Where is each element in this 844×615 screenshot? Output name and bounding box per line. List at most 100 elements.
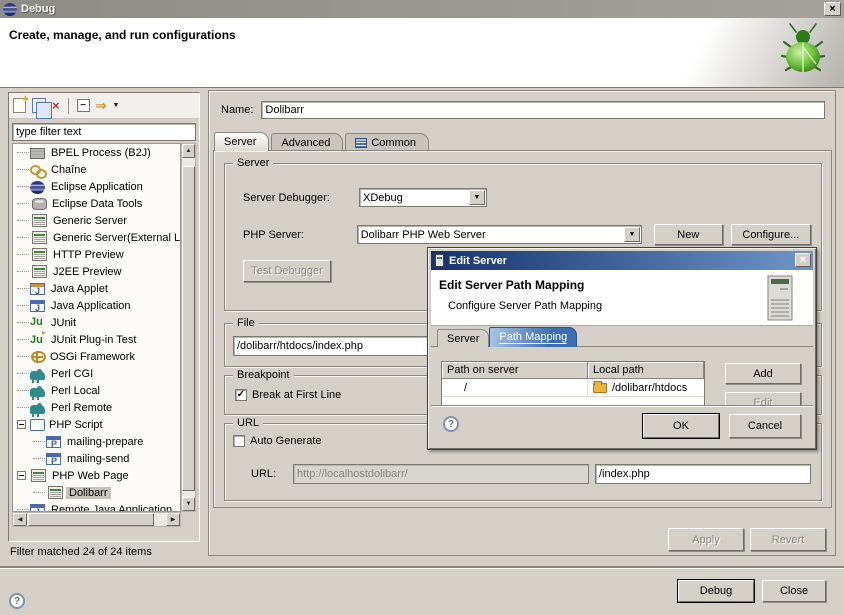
tree-item-java-applet[interactable]: Java Applet	[13, 280, 180, 297]
tree-item-osgi-framework[interactable]: OSGi Framework	[13, 348, 180, 365]
edit-server-header: Edit Server Path Mapping Configure Serve…	[431, 270, 813, 326]
tree-item-junit[interactable]: JUnit	[13, 314, 180, 331]
server-debugger-label: Server Debugger:	[243, 192, 359, 204]
scroll-up-icon[interactable]: ▲	[182, 144, 195, 158]
dialog-tab-path-mapping[interactable]: Path Mapping	[489, 327, 577, 347]
auto-generate-checkbox[interactable]	[233, 435, 245, 447]
dialog-heading: Edit Server Path Mapping	[439, 278, 584, 292]
column-header-path-on-server[interactable]: Path on server	[442, 362, 588, 379]
configure-server-button[interactable]: Configure...	[731, 224, 811, 245]
add-mapping-button[interactable]: Add	[725, 363, 801, 384]
scroll-left-icon[interactable]: ◀	[13, 513, 27, 526]
revert-button[interactable]: Revert	[750, 528, 826, 551]
delete-configuration-icon[interactable]: ×	[52, 99, 60, 112]
url-label: URL:	[251, 468, 293, 480]
tree-item-label: OSGi Framework	[47, 351, 138, 363]
debug-button[interactable]: Debug	[678, 580, 754, 602]
dialog-help-icon[interactable]: ?	[443, 416, 459, 432]
server-tower-icon	[765, 275, 795, 321]
chevron-down-icon[interactable]: ▼	[624, 227, 640, 242]
tree-item-label: Remote Java Application	[48, 504, 175, 513]
tree-item-eclipse-application[interactable]: Eclipse Application	[13, 178, 180, 195]
apply-button[interactable]: Apply	[668, 528, 744, 551]
tree-horizontal-scrollbar[interactable]: ◀ ▶	[12, 512, 181, 527]
window-close-button[interactable]: ×	[824, 2, 841, 16]
horizontal-scroll-thumb[interactable]	[28, 513, 154, 526]
remote-java-icon	[30, 504, 45, 512]
tree-item-php-script[interactable]: PHP Script	[13, 416, 180, 433]
tree-connector	[17, 390, 29, 391]
tree-item-remote-java-application[interactable]: Remote Java Application	[13, 501, 180, 512]
tree-connector	[17, 203, 29, 204]
tree-item-eclipse-data-tools[interactable]: Eclipse Data Tools	[13, 195, 180, 212]
tree-item-java-application[interactable]: Java Application	[13, 297, 180, 314]
tree-item-http-preview[interactable]: HTTP Preview	[13, 246, 180, 263]
collapse-expander-icon[interactable]	[17, 471, 26, 480]
tree-connector	[17, 373, 29, 374]
tree-item-mailing-prepare[interactable]: mailing-prepare	[13, 433, 180, 450]
server-debugger-value: XDebug	[363, 192, 403, 204]
break-first-line-checkbox[interactable]: ✓	[235, 389, 247, 401]
tree-item-mailing-send[interactable]: mailing-send	[13, 450, 180, 467]
dialog-close-button[interactable]: ×	[795, 253, 811, 267]
column-header-local-path[interactable]: Local path	[588, 362, 704, 379]
url-path-input[interactable]: /index.php	[595, 464, 811, 484]
tree-item-label: Eclipse Data Tools	[49, 198, 145, 210]
configuration-tree-wrap: BPEL Process (B2J)ChaîneEclipse Applicat…	[12, 143, 196, 527]
banner-title: Create, manage, and run configurations	[9, 28, 236, 42]
tree-vertical-scrollbar[interactable]: ▲ ▼	[181, 143, 196, 512]
mapping-row[interactable]: //dolibarr/htdocs	[442, 379, 704, 397]
server-icon	[435, 254, 444, 267]
chevron-down-icon[interactable]: ▼	[469, 190, 485, 205]
type-filter-input[interactable]: type filter text	[12, 123, 196, 141]
tree-connector	[33, 492, 45, 493]
collapse-all-icon[interactable]: −	[77, 99, 90, 112]
tree-item-junit-plug-in-test[interactable]: JUnit Plug-in Test	[13, 331, 180, 348]
test-debugger-button[interactable]: Test Debugger	[243, 260, 331, 282]
scroll-down-icon[interactable]: ▼	[182, 497, 195, 511]
tree-item-perl-local[interactable]: Perl Local	[13, 382, 180, 399]
window-titlebar: Debug ×	[0, 0, 844, 18]
tree-item-label: JUnit Plug-in Test	[48, 334, 139, 346]
cancel-button[interactable]: Cancel	[729, 414, 801, 438]
tree-item-generic-server[interactable]: Generic Server	[13, 212, 180, 229]
local-path-text: /dolibarr/htdocs	[612, 382, 687, 394]
collapse-expander-icon[interactable]	[17, 420, 26, 429]
sidebar-toolbar: × − ⇒ ▼	[9, 93, 199, 119]
tree-item-generic-server-external-la[interactable]: Generic Server(External La	[13, 229, 180, 246]
vertical-scroll-thumb[interactable]	[182, 166, 195, 491]
tree-connector	[17, 322, 29, 323]
tree-item-label: PHP Web Page	[49, 470, 132, 482]
tree-item-cha-ne[interactable]: Chaîne	[13, 161, 180, 178]
tab-advanced[interactable]: Advanced	[271, 133, 343, 151]
database-icon	[32, 198, 47, 210]
server-debugger-select[interactable]: XDebug ▼	[359, 188, 487, 207]
window-help-icon[interactable]: ?	[9, 593, 25, 609]
scroll-right-icon[interactable]: ▶	[166, 513, 180, 526]
tree-connector	[17, 288, 29, 289]
tree-item-dolibarr[interactable]: Dolibarr	[13, 484, 180, 501]
php-server-select[interactable]: Dolibarr PHP Web Server ▼	[357, 225, 642, 244]
tree-item-perl-cgi[interactable]: Perl CGI	[13, 365, 180, 382]
name-input[interactable]: Dolibarr	[261, 101, 825, 119]
ok-button[interactable]: OK	[643, 414, 719, 438]
tree-item-php-web-page[interactable]: PHP Web Page	[13, 467, 180, 484]
tree-item-j2ee-preview[interactable]: J2EE Preview	[13, 263, 180, 280]
tab-common[interactable]: Common	[345, 133, 429, 151]
tree-connector	[17, 305, 29, 306]
filter-menu-caret-icon[interactable]: ▼	[113, 102, 120, 109]
tree-item-label: JUnit	[48, 317, 79, 329]
tree-item-bpel-process-b2j-[interactable]: BPEL Process (B2J)	[13, 144, 180, 161]
table-icon	[355, 138, 367, 148]
dialog-tab-server[interactable]: Server	[437, 329, 489, 347]
window-title: Debug	[21, 3, 55, 15]
filter-icon[interactable]: ⇒	[96, 99, 107, 112]
new-configuration-icon[interactable]	[13, 98, 26, 113]
duplicate-configuration-icon[interactable]	[32, 98, 46, 113]
tab-server[interactable]: Server	[214, 132, 269, 151]
name-value: Dolibarr	[265, 104, 304, 116]
new-server-button[interactable]: New	[654, 224, 723, 245]
eclipse-icon	[30, 181, 45, 194]
close-button[interactable]: Close	[762, 580, 826, 602]
tree-item-perl-remote[interactable]: Perl Remote	[13, 399, 180, 416]
